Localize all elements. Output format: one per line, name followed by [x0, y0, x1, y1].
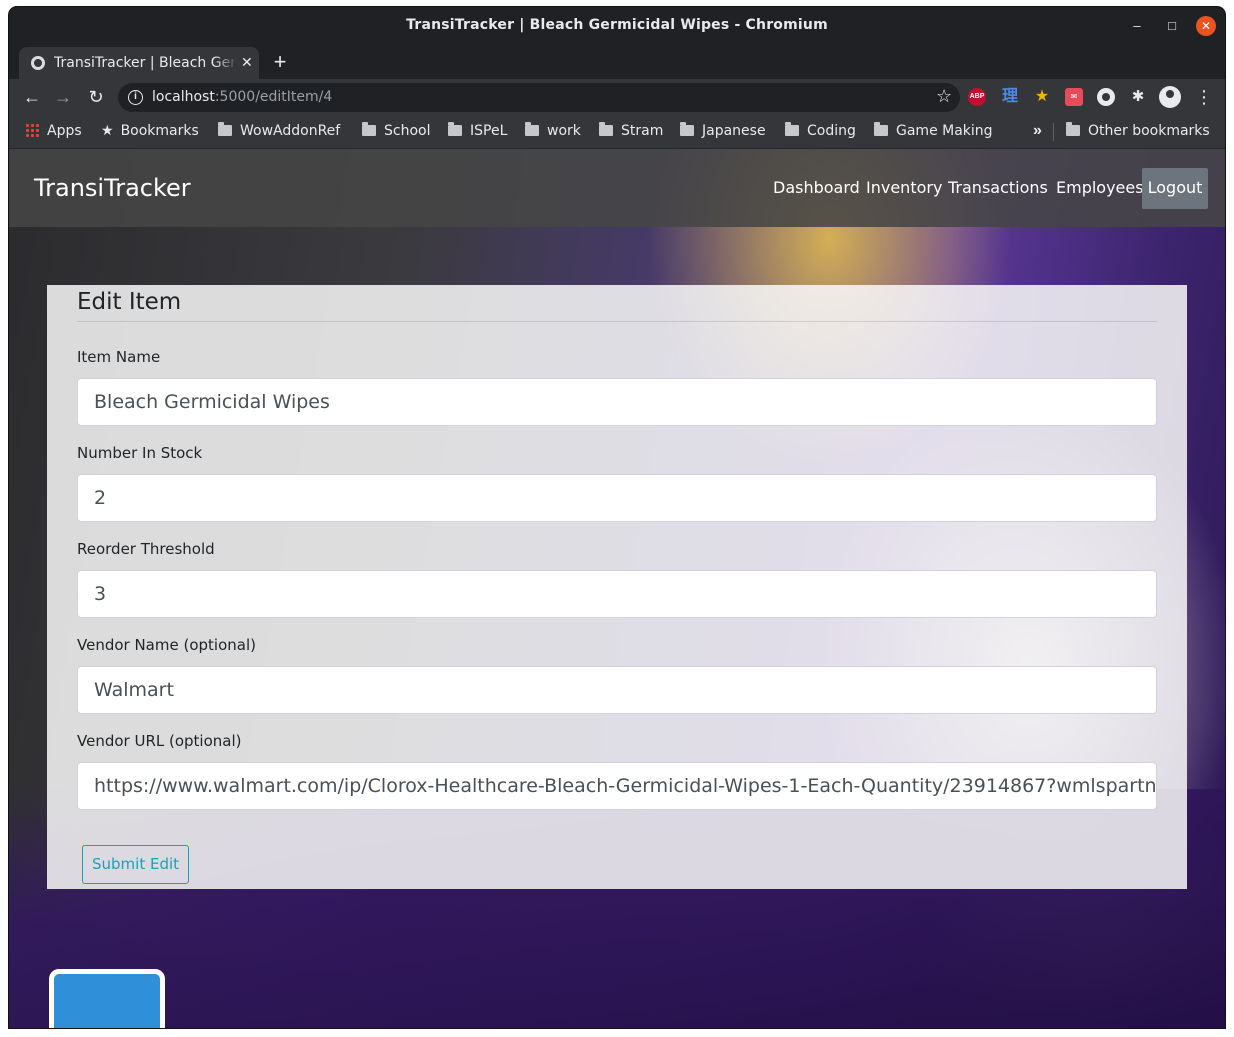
bookmark-bookmarks[interactable]: ★ Bookmarks: [101, 123, 199, 139]
bookmark-star-icon[interactable]: ☆: [936, 86, 952, 107]
folder-icon: [874, 122, 888, 136]
reorder-threshold-label: Reorder Threshold: [77, 540, 215, 558]
folder-icon: [785, 122, 799, 136]
bookmark-folder-other[interactable]: Other bookmarks: [1066, 122, 1210, 139]
browser-toolbar: ← → ↻ i localhost:5000/editItem/4 ☆ ABP …: [9, 79, 1225, 115]
url-text[interactable]: localhost:5000/editItem/4: [152, 89, 332, 105]
bookmark-label: Japanese: [702, 123, 766, 139]
accessibility-sign-image: [49, 969, 165, 1028]
bookmark-folder-ispel[interactable]: ISPeL: [448, 122, 508, 139]
reload-icon[interactable]: ↻: [84, 85, 108, 109]
tab-active[interactable]: TransiTracker | Bleach Germicidal Wipes …: [19, 47, 259, 79]
tab-title-fade: [214, 51, 238, 75]
folder-icon: [448, 122, 462, 136]
address-bar[interactable]: i localhost:5000/editItem/4 ☆: [118, 83, 960, 112]
site-navbar: TransiTracker Dashboard Inventory Transa…: [9, 149, 1225, 227]
vendor-name-input[interactable]: Walmart: [77, 666, 1157, 714]
profile-avatar-icon[interactable]: [1159, 86, 1181, 108]
stock-count-label: Number In Stock: [77, 444, 203, 462]
tab-strip: TransiTracker | Bleach Germicidal Wipes …: [9, 45, 1225, 79]
bookmark-label: Other bookmarks: [1088, 123, 1210, 139]
folder-icon: [218, 122, 232, 136]
puzzle-extensions-icon[interactable]: ✱: [1129, 88, 1147, 106]
brand-logo[interactable]: TransiTracker: [34, 174, 191, 202]
bookmark-folder-work[interactable]: work: [525, 122, 581, 139]
record-extension-icon[interactable]: [1097, 88, 1115, 106]
folder-icon: [362, 122, 376, 136]
bookmark-folder-coding[interactable]: Coding: [785, 122, 856, 139]
apps-grid-icon: [25, 123, 39, 137]
nav-employees[interactable]: Employees: [1056, 178, 1144, 197]
back-arrow-icon[interactable]: ←: [20, 85, 44, 109]
globe-icon: [31, 56, 45, 70]
item-name-label: Item Name: [77, 348, 161, 366]
adblock-extension-icon[interactable]: ABP: [968, 88, 986, 106]
minimize-button[interactable]: –: [1127, 16, 1147, 36]
forward-arrow-icon[interactable]: →: [51, 85, 75, 109]
bookmark-folder-game-making[interactable]: Game Making: [874, 122, 993, 139]
folder-icon: [525, 122, 539, 136]
bookmark-label: School: [384, 123, 431, 139]
mail-extension-icon[interactable]: ✉: [1065, 88, 1083, 106]
nav-inventory[interactable]: Inventory: [866, 178, 942, 197]
new-tab-button[interactable]: +: [267, 50, 293, 76]
logout-button[interactable]: Logout: [1142, 168, 1208, 209]
bookmark-label: Game Making: [896, 123, 993, 139]
bookmark-label: work: [547, 123, 581, 139]
browser-window: TransiTracker | Bleach Germicidal Wipes …: [9, 7, 1225, 1028]
maximize-button[interactable]: □: [1162, 16, 1182, 36]
vendor-url-input[interactable]: https://www.walmart.com/ip/Clorox-Health…: [77, 762, 1157, 810]
bookmark-label: WowAddonRef: [240, 123, 341, 139]
stock-count-input[interactable]: 2: [77, 474, 1157, 522]
nav-transactions[interactable]: Transactions: [948, 178, 1048, 197]
bookmark-apps-label: Apps: [47, 123, 82, 139]
dictionary-extension-icon[interactable]: 理: [1001, 88, 1019, 106]
color-extension-icon[interactable]: ★: [1033, 88, 1051, 106]
url-host: localhost: [152, 89, 215, 105]
browser-menu-icon[interactable]: ⋮: [1195, 85, 1213, 109]
bookmark-folder-stram[interactable]: Stram: [599, 122, 664, 139]
edit-item-card: Edit Item Item Name Bleach Germicidal Wi…: [47, 285, 1187, 889]
bookmark-folder-wowaddonref[interactable]: WowAddonRef: [218, 122, 341, 139]
folder-icon: [680, 122, 694, 136]
folder-icon: [1066, 122, 1080, 136]
page-viewport: TransiTracker Dashboard Inventory Transa…: [9, 149, 1225, 1028]
vendor-url-label: Vendor URL (optional): [77, 732, 242, 750]
reorder-threshold-input[interactable]: 3: [77, 570, 1157, 618]
page-title: Edit Item: [77, 289, 182, 315]
vendor-name-label: Vendor Name (optional): [77, 636, 256, 654]
info-icon[interactable]: i: [128, 90, 143, 105]
url-path: :5000/editItem/4: [214, 89, 333, 105]
title-divider: [77, 321, 1157, 322]
bookmark-label: Coding: [807, 123, 856, 139]
item-name-input[interactable]: Bleach Germicidal Wipes: [77, 378, 1157, 426]
close-window-button[interactable]: ✕: [1196, 16, 1216, 36]
nav-dashboard[interactable]: Dashboard: [773, 178, 860, 197]
submit-edit-button[interactable]: Submit Edit: [82, 845, 189, 884]
bookmark-folder-school[interactable]: School: [362, 122, 431, 139]
folder-icon: [599, 122, 613, 136]
window-title: TransiTracker | Bleach Germicidal Wipes …: [406, 17, 828, 33]
bookmarks-overflow-chevron-icon[interactable]: »: [1033, 122, 1042, 140]
bookmark-folder-japanese[interactable]: Japanese: [680, 122, 766, 139]
bookmark-label: ISPeL: [470, 123, 508, 139]
bookmark-label: Stram: [621, 123, 664, 139]
star-icon: ★: [101, 123, 114, 139]
bookmarks-divider: [1053, 123, 1054, 141]
tab-title: TransiTracker | Bleach Germicidal Wipes: [54, 55, 234, 71]
bookmarks-bar: Apps ★ Bookmarks WowAddonRef School ISPeL…: [9, 115, 1225, 149]
title-bar: TransiTracker | Bleach Germicidal Wipes …: [9, 7, 1225, 45]
bookmark-apps[interactable]: Apps: [25, 123, 82, 139]
tab-close-icon[interactable]: ✕: [241, 54, 253, 71]
bookmark-label: Bookmarks: [120, 123, 199, 139]
